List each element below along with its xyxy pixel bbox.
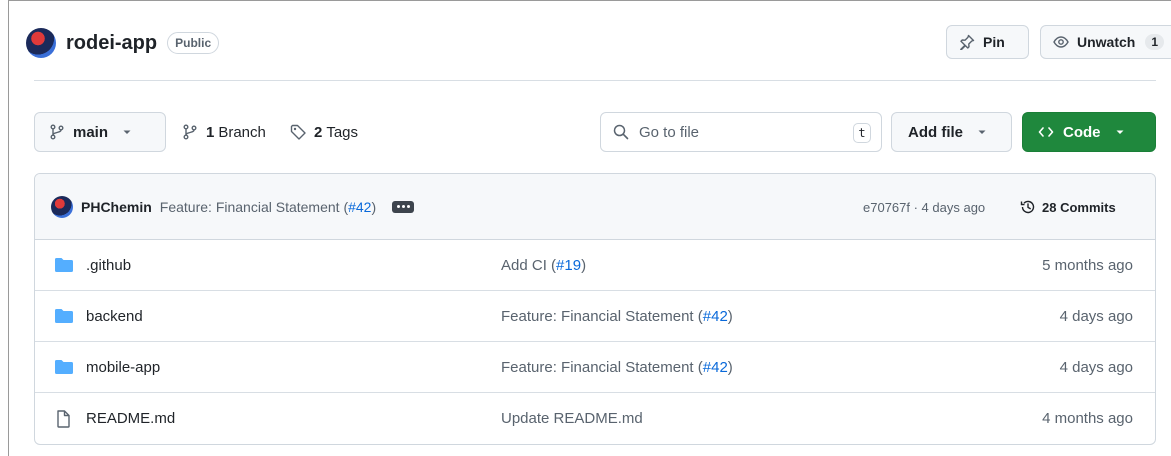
expand-commit-button[interactable]: [392, 200, 415, 213]
repo-name[interactable]: rodei-app: [66, 32, 157, 55]
eye-icon: [1053, 36, 1069, 48]
chevron-down-icon: [978, 130, 986, 134]
file-commit-age: 4 days ago: [1059, 307, 1133, 325]
commit-author[interactable]: PHChemin: [81, 199, 152, 215]
file-commit-age: 4 months ago: [1042, 410, 1133, 427]
author-avatar[interactable]: [51, 195, 73, 218]
pin-label: Pin: [983, 34, 1005, 50]
tags-link[interactable]: 2 Tags: [290, 112, 358, 152]
tags-label: Tags: [326, 123, 359, 141]
file-name[interactable]: .github: [86, 257, 131, 274]
watch-count: 1: [1145, 34, 1165, 50]
pin-icon: [960, 34, 975, 50]
branches-count: 1: [206, 123, 215, 141]
file-name[interactable]: mobile-app: [86, 359, 160, 376]
add-file-label: Add file: [908, 123, 963, 141]
pr-link[interactable]: #42: [703, 308, 728, 325]
table-row[interactable]: README.md Update README.md 4 months ago: [35, 393, 1155, 444]
keyboard-shortcut-hint: t: [853, 123, 871, 143]
chevron-down-icon: [1116, 130, 1123, 134]
visibility-badge: Public: [167, 32, 220, 54]
file-commit-age: 5 months ago: [1042, 256, 1133, 274]
tag-icon: [290, 124, 306, 140]
commit-message[interactable]: Feature: Financial Statement (#42): [160, 199, 376, 215]
branches-label: Branch: [218, 123, 266, 141]
search-icon: [613, 124, 629, 140]
file-commit-message[interactable]: Add CI (#19): [501, 257, 586, 274]
table-row[interactable]: mobile-app Feature: Financial Statement …: [35, 342, 1155, 393]
table-row[interactable]: .github Add CI (#19) 5 months ago: [35, 240, 1155, 291]
file-commit-message[interactable]: Feature: Financial Statement (#42): [501, 308, 733, 325]
history-icon: [1020, 200, 1035, 214]
tags-count: 2: [314, 123, 323, 141]
table-row[interactable]: backend Feature: Financial Statement (#4…: [35, 291, 1155, 342]
branch-selector[interactable]: main: [34, 112, 166, 152]
file-table: PHChemin Feature: Financial Statement (#…: [34, 173, 1156, 445]
file-name[interactable]: README.md: [86, 410, 175, 427]
file-icon: [57, 410, 70, 428]
file-commit-age: 4 days ago: [1059, 358, 1133, 376]
chevron-down-icon: [123, 130, 131, 134]
pr-link[interactable]: #42: [703, 359, 728, 376]
add-file-button[interactable]: Add file: [891, 112, 1012, 152]
latest-commit-bar: PHChemin Feature: Financial Statement (#…: [35, 174, 1155, 240]
repo-header: rodei-app Public: [26, 26, 220, 60]
branches-link[interactable]: 1 Branch: [182, 112, 266, 152]
file-commit-message[interactable]: Update README.md: [501, 410, 643, 427]
owner-avatar[interactable]: [26, 28, 56, 58]
file-name[interactable]: backend: [86, 308, 143, 325]
header-divider: [34, 80, 1156, 81]
folder-icon: [55, 258, 73, 272]
code-icon: [1038, 127, 1054, 137]
pr-link[interactable]: #19: [556, 257, 581, 274]
folder-icon: [55, 360, 73, 374]
folder-icon: [55, 309, 73, 323]
commits-history-link[interactable]: 28 Commits: [1020, 174, 1116, 240]
code-label: Code: [1063, 123, 1101, 141]
pr-link[interactable]: #42: [348, 199, 371, 215]
unwatch-label: Unwatch: [1077, 34, 1136, 50]
file-commit-message[interactable]: Feature: Financial Statement (#42): [501, 359, 733, 376]
git-branch-icon: [50, 124, 64, 140]
unwatch-button[interactable]: Unwatch 1: [1040, 25, 1171, 59]
pin-button[interactable]: Pin: [946, 25, 1029, 59]
branch-name: main: [73, 123, 109, 141]
git-branch-icon: [183, 124, 197, 140]
search-placeholder: Go to file: [639, 123, 700, 141]
go-to-file-input[interactable]: Go to file t: [600, 112, 882, 152]
commit-hash-age[interactable]: e70767f · 4 days ago: [863, 174, 985, 240]
code-button[interactable]: Code: [1022, 112, 1156, 152]
